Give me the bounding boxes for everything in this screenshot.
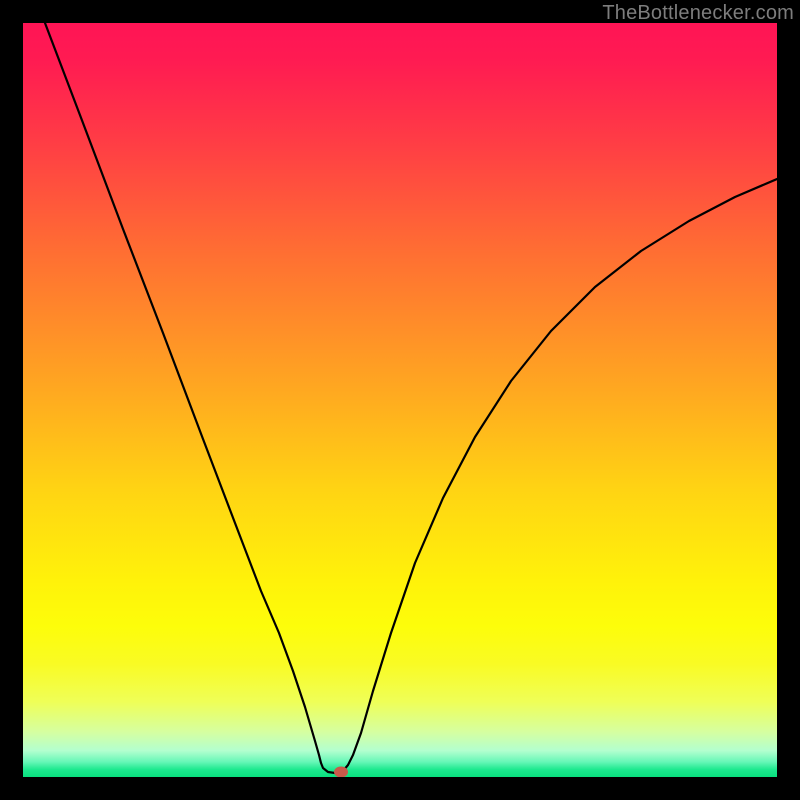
watermark-text: TheBottlenecker.com — [602, 2, 794, 25]
plot-area — [23, 23, 777, 777]
bottleneck-curve-path — [45, 23, 777, 773]
optimal-point-marker — [334, 767, 348, 778]
chart-frame: TheBottlenecker.com — [0, 0, 800, 800]
performance-curve — [23, 23, 777, 777]
